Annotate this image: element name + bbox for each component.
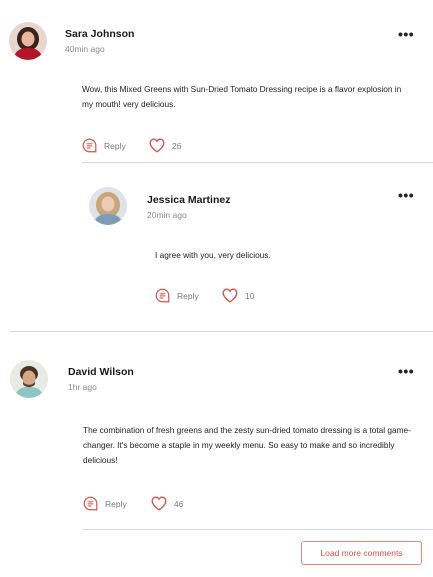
reply-button[interactable]: Reply	[82, 138, 126, 153]
comment-text: The combination of fresh greens and the …	[83, 425, 411, 465]
avatar-sara-johnson[interactable]	[9, 22, 47, 60]
like-count: 10	[245, 290, 255, 301]
more-options-icon[interactable]: •••	[398, 364, 414, 378]
divider	[83, 529, 433, 530]
heart-outline-icon	[149, 138, 165, 153]
timestamp: 1hr ago	[68, 382, 97, 392]
comment-text: Wow, this Mixed Greens with Sun-Dried To…	[82, 84, 402, 109]
more-options-icon[interactable]: •••	[398, 27, 414, 41]
comment-bubble-icon	[155, 288, 170, 303]
like-button[interactable]: 46	[151, 496, 183, 511]
reply-label: Reply	[177, 290, 199, 301]
author-name[interactable]: Jessica Martinez	[147, 194, 230, 206]
avatar-david-wilson[interactable]	[10, 360, 48, 398]
reply-label: Reply	[104, 140, 126, 151]
reply-button[interactable]: Reply	[83, 496, 127, 511]
comment-bubble-icon	[82, 138, 97, 153]
divider	[10, 331, 433, 332]
reply-button[interactable]: Reply	[155, 288, 199, 303]
timestamp: 40min ago	[65, 44, 105, 54]
reply-label: Reply	[105, 498, 127, 509]
author-name[interactable]: David Wilson	[68, 366, 134, 378]
divider	[82, 162, 433, 163]
heart-outline-icon	[151, 496, 167, 511]
timestamp: 20min ago	[147, 210, 187, 220]
avatar-jessica-martinez[interactable]	[89, 187, 127, 225]
heart-outline-icon	[222, 288, 238, 303]
more-options-icon[interactable]: •••	[398, 188, 414, 202]
author-name[interactable]: Sara Johnson	[65, 28, 134, 40]
comment-text: I agree with you, very delicious.	[155, 250, 271, 260]
like-count: 26	[172, 140, 182, 151]
like-count: 46	[174, 498, 184, 509]
like-button[interactable]: 26	[149, 138, 181, 153]
comment-bubble-icon	[83, 496, 98, 511]
like-button[interactable]: 10	[222, 288, 254, 303]
load-more-comments-button[interactable]: Load more comments	[301, 541, 422, 565]
